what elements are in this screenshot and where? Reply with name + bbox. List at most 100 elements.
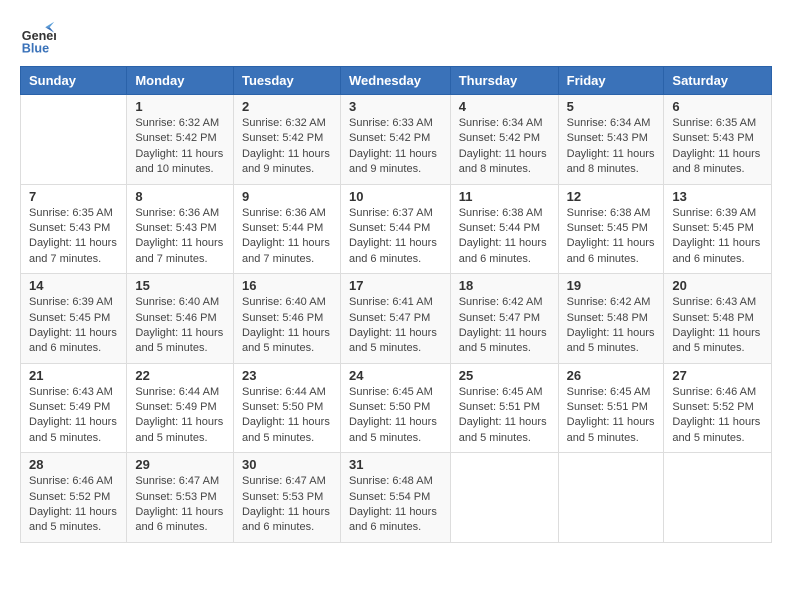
- day-number: 17: [349, 278, 442, 293]
- day-info: Sunrise: 6:39 AMSunset: 5:45 PMDaylight:…: [672, 206, 763, 268]
- day-number: 10: [349, 189, 442, 204]
- day-info: Sunrise: 6:45 AMSunset: 5:51 PMDaylight:…: [459, 385, 550, 447]
- day-number: 9: [242, 189, 332, 204]
- day-info: Sunrise: 6:40 AMSunset: 5:46 PMDaylight:…: [242, 295, 332, 357]
- calendar-cell: 13Sunrise: 6:39 AMSunset: 5:45 PMDayligh…: [664, 184, 772, 274]
- day-info: Sunrise: 6:38 AMSunset: 5:45 PMDaylight:…: [567, 206, 656, 268]
- day-info: Sunrise: 6:36 AMSunset: 5:43 PMDaylight:…: [135, 206, 225, 268]
- calendar-cell: 21 Sunrise: 6:43 AMSunset: 5:49 PMDayligh…: [21, 363, 127, 453]
- day-number: 1: [135, 99, 225, 114]
- day-number: 12: [567, 189, 656, 204]
- calendar-cell: 11 Sunrise: 6:38 AMSunset: 5:44 PMDayligh…: [450, 184, 558, 274]
- header-cell: Monday: [127, 67, 234, 95]
- calendar-cell: 2 Sunrise: 6:32 AMSunset: 5:42 PMDaylight…: [233, 95, 340, 185]
- calendar-cell: 8Sunrise: 6:36 AMSunset: 5:43 PMDaylight…: [127, 184, 234, 274]
- day-info: Sunrise: 6:45 AMSunset: 5:50 PMDaylight:…: [349, 385, 442, 447]
- header-row: SundayMondayTuesdayWednesdayThursdayFrid…: [21, 67, 772, 95]
- day-number: 7: [29, 189, 118, 204]
- day-info: Sunrise: 6:36 AMSunset: 5:44 PMDaylight:…: [242, 206, 332, 268]
- day-number: 30: [242, 457, 332, 472]
- day-number: 26: [567, 368, 656, 383]
- day-info: Sunrise: 6:47 AMSunset: 5:53 PMDaylight:…: [242, 474, 332, 536]
- day-info: Sunrise: 6:33 AMSunset: 5:42 PMDaylight:…: [349, 116, 442, 178]
- calendar-week-row: 14Sunrise: 6:39 AMSunset: 5:45 PMDayligh…: [21, 274, 772, 364]
- calendar-cell: 30 Sunrise: 6:47 AMSunset: 5:53 PMDayligh…: [233, 453, 340, 543]
- day-info: Sunrise: 6:40 AMSunset: 5:46 PMDaylight:…: [135, 295, 225, 357]
- day-info: Sunrise: 6:44 AMSunset: 5:49 PMDaylight:…: [135, 385, 225, 447]
- day-info: Sunrise: 6:47 AMSunset: 5:53 PMDaylight:…: [135, 474, 225, 536]
- day-info: Sunrise: 6:46 AMSunset: 5:52 PMDaylight:…: [672, 385, 763, 447]
- logo-icon: General Blue: [20, 20, 56, 56]
- day-info: Sunrise: 6:48 AMSunset: 5:54 PMDaylight:…: [349, 474, 442, 536]
- day-info: Sunrise: 6:32 AMSunset: 5:42 PMDaylight:…: [242, 116, 332, 178]
- day-number: 4: [459, 99, 550, 114]
- header-cell: Sunday: [21, 67, 127, 95]
- day-info: Sunrise: 6:34 AMSunset: 5:42 PMDaylight:…: [459, 116, 550, 178]
- day-info: Sunrise: 6:35 AMSunset: 5:43 PMDaylight:…: [29, 206, 118, 268]
- calendar-header: SundayMondayTuesdayWednesdayThursdayFrid…: [21, 67, 772, 95]
- logo: General Blue: [20, 20, 60, 56]
- calendar-cell: 3 Sunrise: 6:33 AMSunset: 5:42 PMDaylight…: [340, 95, 450, 185]
- calendar-cell: [21, 95, 127, 185]
- calendar-week-row: 21 Sunrise: 6:43 AMSunset: 5:49 PMDayligh…: [21, 363, 772, 453]
- calendar-cell: 31 Sunrise: 6:48 AMSunset: 5:54 PMDayligh…: [340, 453, 450, 543]
- day-info: Sunrise: 6:38 AMSunset: 5:44 PMDaylight:…: [459, 206, 550, 268]
- header-cell: Tuesday: [233, 67, 340, 95]
- day-number: 18: [459, 278, 550, 293]
- calendar-week-row: 1 Sunrise: 6:32 AMSunset: 5:42 PMDaylight…: [21, 95, 772, 185]
- day-number: 31: [349, 457, 442, 472]
- calendar-cell: 19 Sunrise: 6:42 AMSunset: 5:48 PMDayligh…: [558, 274, 664, 364]
- day-number: 2: [242, 99, 332, 114]
- day-number: 20: [672, 278, 763, 293]
- calendar-cell: 7 Sunrise: 6:35 AMSunset: 5:43 PMDaylight…: [21, 184, 127, 274]
- calendar-cell: 15 Sunrise: 6:40 AMSunset: 5:46 PMDayligh…: [127, 274, 234, 364]
- header-cell: Friday: [558, 67, 664, 95]
- calendar-cell: 1Sunrise: 6:32 AMSunset: 5:42 PMDaylight…: [127, 95, 234, 185]
- calendar-cell: 6Sunrise: 6:35 AMSunset: 5:43 PMDaylight…: [664, 95, 772, 185]
- day-info: Sunrise: 6:44 AMSunset: 5:50 PMDaylight:…: [242, 385, 332, 447]
- day-info: Sunrise: 6:41 AMSunset: 5:47 PMDaylight:…: [349, 295, 442, 357]
- day-number: 5: [567, 99, 656, 114]
- calendar-cell: 27 Sunrise: 6:46 AMSunset: 5:52 PMDayligh…: [664, 363, 772, 453]
- calendar-table: SundayMondayTuesdayWednesdayThursdayFrid…: [20, 66, 772, 543]
- calendar-cell: 24 Sunrise: 6:45 AMSunset: 5:50 PMDayligh…: [340, 363, 450, 453]
- calendar-cell: 29 Sunrise: 6:47 AMSunset: 5:53 PMDayligh…: [127, 453, 234, 543]
- day-number: 3: [349, 99, 442, 114]
- day-number: 24: [349, 368, 442, 383]
- page-header: General Blue: [20, 20, 772, 56]
- calendar-body: 1 Sunrise: 6:32 AMSunset: 5:42 PMDaylight…: [21, 95, 772, 543]
- calendar-cell: 10Sunrise: 6:37 AMSunset: 5:44 PMDayligh…: [340, 184, 450, 274]
- day-number: 29: [135, 457, 225, 472]
- day-number: 11: [459, 189, 550, 204]
- day-number: 21: [29, 368, 118, 383]
- calendar-cell: 23Sunrise: 6:44 AMSunset: 5:50 PMDayligh…: [233, 363, 340, 453]
- calendar-cell: 18 Sunrise: 6:42 AMSunset: 5:47 PMDayligh…: [450, 274, 558, 364]
- calendar-cell: 16 Sunrise: 6:40 AMSunset: 5:46 PMDayligh…: [233, 274, 340, 364]
- calendar-cell: 12 Sunrise: 6:38 AMSunset: 5:45 PMDayligh…: [558, 184, 664, 274]
- day-info: Sunrise: 6:46 AMSunset: 5:52 PMDaylight:…: [29, 474, 118, 536]
- calendar-cell: 17 Sunrise: 6:41 AMSunset: 5:47 PMDayligh…: [340, 274, 450, 364]
- day-info: Sunrise: 6:42 AMSunset: 5:47 PMDaylight:…: [459, 295, 550, 357]
- day-info: Sunrise: 6:43 AMSunset: 5:49 PMDaylight:…: [29, 385, 118, 447]
- calendar-cell: 22Sunrise: 6:44 AMSunset: 5:49 PMDayligh…: [127, 363, 234, 453]
- calendar-week-row: 7 Sunrise: 6:35 AMSunset: 5:43 PMDaylight…: [21, 184, 772, 274]
- calendar-cell: 26 Sunrise: 6:45 AMSunset: 5:51 PMDayligh…: [558, 363, 664, 453]
- calendar-cell: [450, 453, 558, 543]
- day-info: Sunrise: 6:45 AMSunset: 5:51 PMDaylight:…: [567, 385, 656, 447]
- day-number: 15: [135, 278, 225, 293]
- day-info: Sunrise: 6:42 AMSunset: 5:48 PMDaylight:…: [567, 295, 656, 357]
- svg-text:Blue: Blue: [22, 41, 49, 55]
- calendar-week-row: 28 Sunrise: 6:46 AMSunset: 5:52 PMDayligh…: [21, 453, 772, 543]
- calendar-cell: 28 Sunrise: 6:46 AMSunset: 5:52 PMDayligh…: [21, 453, 127, 543]
- day-number: 16: [242, 278, 332, 293]
- calendar-cell: 5Sunrise: 6:34 AMSunset: 5:43 PMDaylight…: [558, 95, 664, 185]
- calendar-cell: 14Sunrise: 6:39 AMSunset: 5:45 PMDayligh…: [21, 274, 127, 364]
- calendar-cell: [664, 453, 772, 543]
- calendar-cell: 25Sunrise: 6:45 AMSunset: 5:51 PMDayligh…: [450, 363, 558, 453]
- day-number: 19: [567, 278, 656, 293]
- day-number: 14: [29, 278, 118, 293]
- day-number: 28: [29, 457, 118, 472]
- header-cell: Wednesday: [340, 67, 450, 95]
- day-number: 6: [672, 99, 763, 114]
- day-number: 27: [672, 368, 763, 383]
